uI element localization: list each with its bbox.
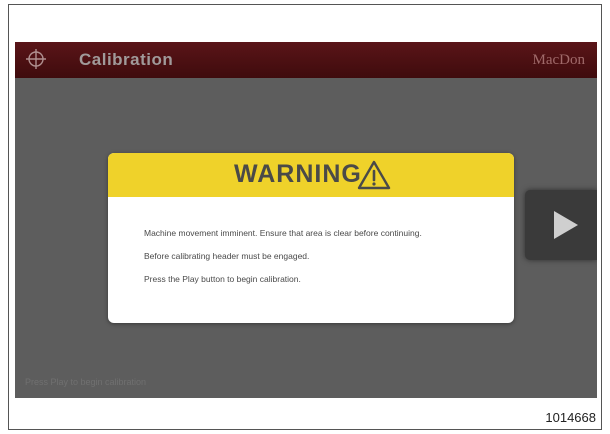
page-title: Calibration bbox=[79, 50, 174, 69]
warning-dialog: WARNING Machine movement imminent. Ensur… bbox=[108, 153, 514, 323]
brand-logo: MacDon bbox=[532, 52, 586, 68]
crosshair-icon bbox=[26, 49, 46, 69]
figure-reference-number: 1014668 bbox=[545, 410, 596, 425]
play-button[interactable] bbox=[525, 190, 597, 260]
status-bar-text: Press Play to begin calibration bbox=[25, 377, 147, 387]
warning-message-2: Before calibrating header must be engage… bbox=[144, 251, 310, 261]
warning-message-3: Press the Play button to begin calibrati… bbox=[144, 274, 301, 284]
title-bar: Calibration MacDon bbox=[15, 42, 597, 78]
warning-message-1: Machine movement imminent. Ensure that a… bbox=[144, 228, 422, 238]
warning-triangle-icon bbox=[357, 160, 391, 190]
warning-title: WARNING bbox=[234, 160, 362, 188]
display-screen: Calibration MacDon WARNING Machine movem… bbox=[15, 42, 597, 398]
warning-header: WARNING bbox=[108, 153, 514, 197]
play-icon bbox=[554, 211, 578, 239]
